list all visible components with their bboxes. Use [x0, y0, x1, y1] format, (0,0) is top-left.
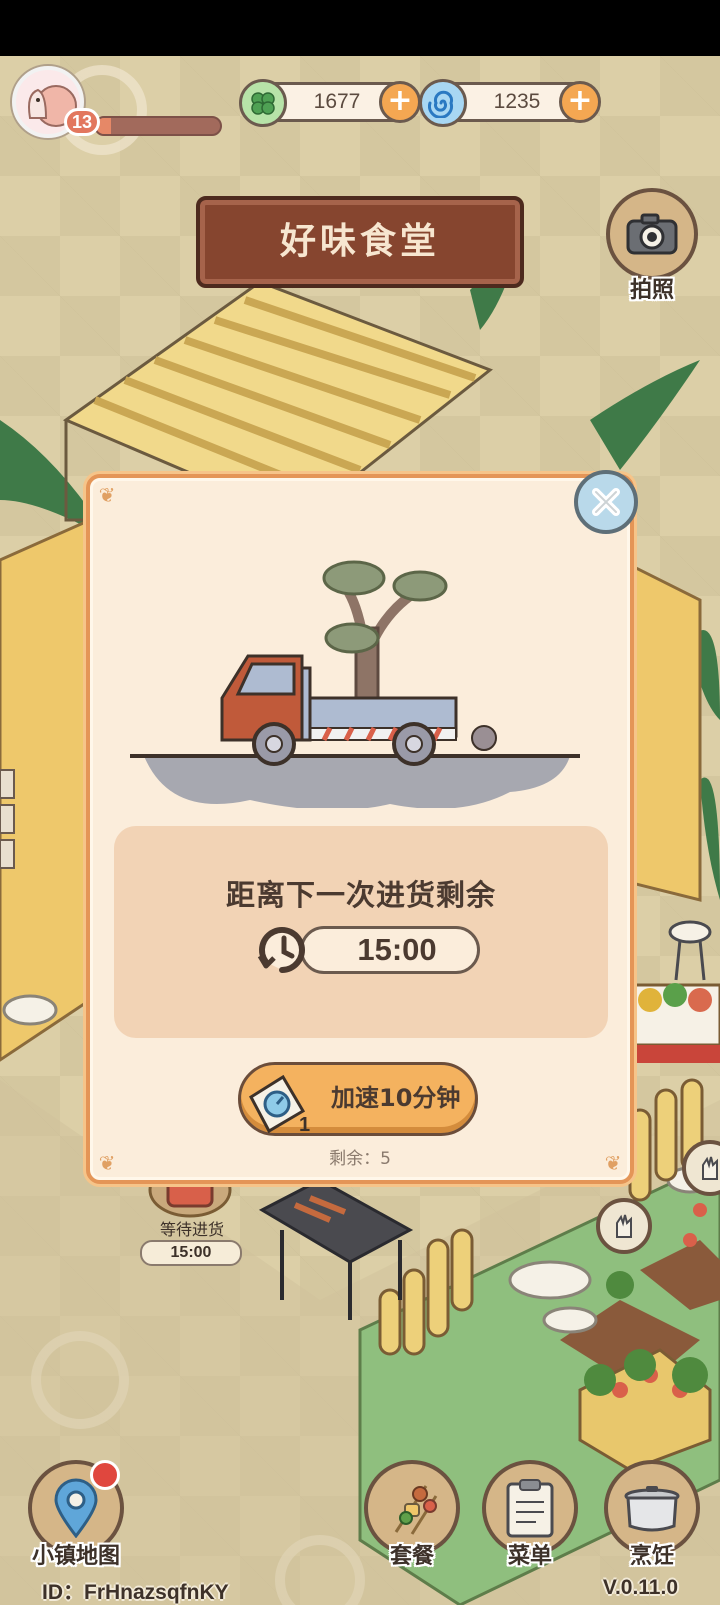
waiting-restock-timer: 15:00	[140, 1240, 242, 1266]
speed-up-label: 加速10分钟	[331, 1084, 461, 1112]
version-label: V.0.11.0	[602, 1576, 678, 1599]
player-id: ID：FrHnazsqfnKY	[42, 1581, 229, 1604]
cooking-pot-icon	[624, 1486, 680, 1532]
speed-up-ticket-icon: 1	[249, 1074, 310, 1135]
add-swirl-currency-button[interactable]: +	[559, 81, 601, 123]
glove-icon	[616, 1214, 632, 1238]
status-bar	[0, 0, 720, 56]
skewer-icon	[394, 1485, 438, 1535]
clock-refresh-icon	[257, 927, 305, 973]
speed-up-item-count: 1	[299, 1114, 310, 1135]
glove-button[interactable]	[596, 1198, 652, 1254]
restock-timer-pill: 15:00	[300, 926, 480, 974]
leaf-currency: 1677 +	[239, 79, 421, 127]
level-badge: 13	[64, 108, 100, 136]
photo-button[interactable]	[606, 188, 698, 280]
town-map-label: 小镇地图	[31, 1544, 120, 1569]
leaf-currency-amount: 1677	[313, 90, 361, 113]
dialog-corner-ornament: ❦	[98, 483, 116, 507]
restock-dialog: ❦ ❦ ❦ ❦ 距离下一次进货剩余 1	[86, 474, 634, 1184]
clover-icon	[239, 79, 287, 127]
add-leaf-currency-button[interactable]: +	[379, 81, 421, 123]
clipboard-icon	[506, 1479, 554, 1538]
map-pin-icon	[54, 1478, 98, 1538]
close-button[interactable]	[574, 470, 638, 534]
camera-icon	[626, 213, 678, 255]
cook-label: 烹饪	[629, 1544, 674, 1569]
experience-bar	[94, 116, 222, 136]
restock-countdown-title: 距离下一次进货剩余	[225, 878, 496, 912]
menu-label: 菜单	[507, 1544, 552, 1569]
swirl-icon	[419, 79, 467, 127]
delivery-truck-illustration	[130, 560, 580, 808]
waiting-restock-label: 等待进货	[159, 1220, 224, 1239]
restaurant-title: 好味食堂	[279, 221, 440, 262]
set-meal-label: 套餐	[389, 1544, 434, 1569]
restock-timer-value: 15:00	[357, 932, 437, 967]
restock-info-panel: 距离下一次进货剩余 15:00	[114, 826, 608, 1038]
speed-up-button[interactable]: 1 加速10分钟	[238, 1062, 478, 1136]
restaurant-sign: 好味食堂	[196, 196, 524, 288]
photo-label: 拍照	[629, 278, 674, 303]
notification-dot	[90, 1460, 120, 1490]
swirl-currency-amount: 1235	[493, 90, 541, 113]
close-icon	[592, 488, 620, 516]
glove-icon	[702, 1156, 718, 1180]
swirl-currency: 1235 +	[419, 79, 601, 127]
speed-up-remaining: 剩余：5	[329, 1149, 391, 1169]
